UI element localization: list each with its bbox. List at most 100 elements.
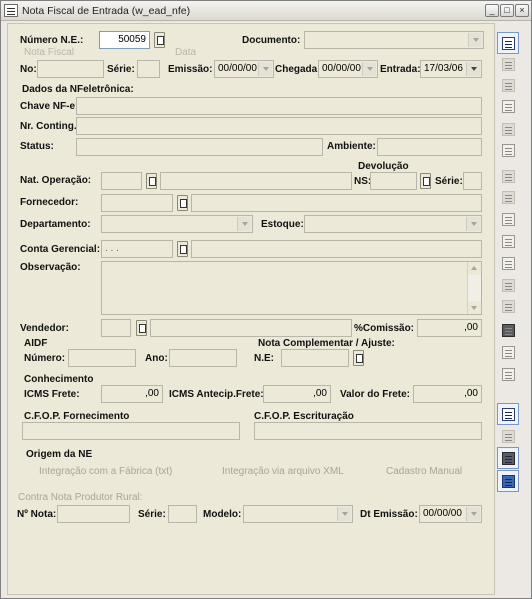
chegada-date[interactable]: 00/00/00 <box>318 60 378 78</box>
archive-button[interactable] <box>497 208 519 230</box>
maximize-button[interactable]: □ <box>500 4 514 17</box>
folder-tools-button[interactable] <box>497 95 519 117</box>
numero-ne-label: Número N.E.: <box>20 35 84 46</box>
open-folder-icon <box>502 430 515 443</box>
blank-button[interactable] <box>497 165 519 187</box>
aidf-numero-input[interactable] <box>68 349 136 367</box>
list-button[interactable] <box>497 118 519 140</box>
fornecedor-name-input[interactable] <box>191 194 482 212</box>
split-sheet-button[interactable] <box>497 252 519 274</box>
ns-input[interactable] <box>370 172 417 190</box>
entrada-value: 17/03/06 <box>424 63 463 74</box>
edit-sheet-button[interactable] <box>497 230 519 252</box>
chevron-down-icon <box>466 507 480 521</box>
data-group-label: Data <box>175 47 197 58</box>
aidf-section-title: AIDF <box>24 338 48 349</box>
chegada-value: 00/00/00 <box>322 63 361 74</box>
vendedor-code-input[interactable] <box>101 319 131 337</box>
documento-select[interactable] <box>304 31 484 49</box>
observacao-scrollbar[interactable] <box>467 262 481 314</box>
new-grid-button[interactable] <box>497 403 519 425</box>
status-input[interactable] <box>76 138 323 156</box>
valor-frete-input[interactable]: ,00 <box>413 385 482 403</box>
split-sheet-icon <box>502 257 515 270</box>
conta-gerencial-lookup-icon[interactable] <box>177 241 188 257</box>
documento-label: Documento: <box>242 35 301 46</box>
emissao-date[interactable]: 00/00/00 <box>214 60 274 78</box>
origem-xml-option[interactable]: Integração via arquivo XML <box>222 466 344 477</box>
grid-button[interactable] <box>497 53 519 75</box>
vendedor-name-input[interactable] <box>150 319 352 337</box>
estoque-label: Estoque: <box>261 219 304 230</box>
ne-lookup-icon[interactable] <box>353 350 364 366</box>
right-toolbar <box>495 23 525 595</box>
produtor-serie-label: Série: <box>138 509 166 520</box>
sheet-lines-button[interactable] <box>497 295 519 317</box>
icms-antecip-frete-input[interactable]: ,00 <box>263 385 331 403</box>
archive-icon <box>502 213 515 226</box>
sheet-gear-button[interactable] <box>497 274 519 296</box>
produtor-serie-input[interactable] <box>168 505 197 523</box>
no-input[interactable] <box>37 60 104 78</box>
dt-emissao-value: 00/00/00 <box>423 508 462 519</box>
serie-input[interactable] <box>137 60 160 78</box>
search-button[interactable] <box>497 74 519 96</box>
print-tools-button[interactable] <box>497 319 519 341</box>
aidf-numero-label: Número: <box>24 353 66 364</box>
nota-fiscal-window: Nota Fiscal de Entrada (w_ead_nfe) _ □ ×… <box>0 0 532 599</box>
ambiente-input[interactable] <box>377 138 482 156</box>
entrada-date[interactable]: 17/03/06 <box>420 60 482 78</box>
minimize-button[interactable]: _ <box>485 4 499 17</box>
exit-button[interactable] <box>497 470 519 492</box>
scroll-up-icon[interactable] <box>468 262 481 275</box>
cfop-escrituracao-label: C.F.O.P. Escrituração <box>254 411 354 422</box>
dt-emissao-date[interactable]: 00/00/00 <box>419 505 482 523</box>
fornecedor-code-input[interactable] <box>101 194 173 212</box>
modelo-label: Modelo: <box>203 509 242 520</box>
serie-label: Série: <box>107 64 135 75</box>
close-button[interactable]: × <box>515 4 529 17</box>
lightning-button[interactable] <box>497 139 519 161</box>
modelo-select[interactable] <box>243 505 353 523</box>
nat-operacao-desc-input[interactable] <box>160 172 352 190</box>
origem-fabrica-option[interactable]: Integração com a Fábrica (txt) <box>39 466 172 477</box>
departamento-label: Departamento: <box>20 219 91 230</box>
trash-button[interactable] <box>497 186 519 208</box>
numero-ne-lookup-icon[interactable] <box>154 32 165 48</box>
numero-ne-input[interactable]: 50059 <box>99 31 150 49</box>
n-nota-input[interactable] <box>57 505 130 523</box>
nat-operacao-code-input[interactable] <box>101 172 142 190</box>
observacao-textarea[interactable] <box>101 261 482 315</box>
estoque-select[interactable] <box>304 215 482 233</box>
calculator-button[interactable] <box>497 447 519 469</box>
departamento-select[interactable] <box>101 215 253 233</box>
cfop-fornecimento-label: C.F.O.P. Fornecimento <box>24 411 130 422</box>
insert-row-button[interactable] <box>497 32 519 54</box>
no-label: No: <box>20 64 37 75</box>
open-folder-button[interactable] <box>497 425 519 447</box>
cfop-escrituracao-input[interactable] <box>254 422 482 440</box>
aidf-ano-input[interactable] <box>169 349 237 367</box>
document-button[interactable] <box>497 363 519 385</box>
conta-gerencial-desc-input[interactable] <box>191 240 482 258</box>
list-icon <box>502 123 515 136</box>
ns-lookup-icon[interactable] <box>420 173 431 189</box>
icms-frete-input[interactable]: ,00 <box>101 385 163 403</box>
nr-conting-input[interactable] <box>76 117 482 135</box>
exit-door-icon <box>502 475 515 488</box>
scroll-down-icon[interactable] <box>468 301 481 314</box>
ne-input[interactable] <box>281 349 349 367</box>
stamp-button[interactable] <box>497 341 519 363</box>
cfop-fornecimento-input[interactable] <box>22 422 240 440</box>
devolucao-serie-label: Série: <box>435 176 463 187</box>
nat-operacao-lookup-icon[interactable] <box>146 173 157 189</box>
vendedor-lookup-icon[interactable] <box>136 320 147 336</box>
comissao-input[interactable]: ,00 <box>417 319 482 337</box>
devolucao-label: Devolução <box>358 161 409 172</box>
fornecedor-lookup-icon[interactable] <box>177 195 188 211</box>
conta-gerencial-code-input[interactable]: . . . <box>101 240 173 258</box>
origem-manual-option[interactable]: Cadastro Manual <box>386 466 462 477</box>
n-nota-label: Nº Nota: <box>17 509 57 520</box>
chave-nfe-input[interactable] <box>76 97 482 115</box>
devolucao-serie-input[interactable] <box>463 172 482 190</box>
